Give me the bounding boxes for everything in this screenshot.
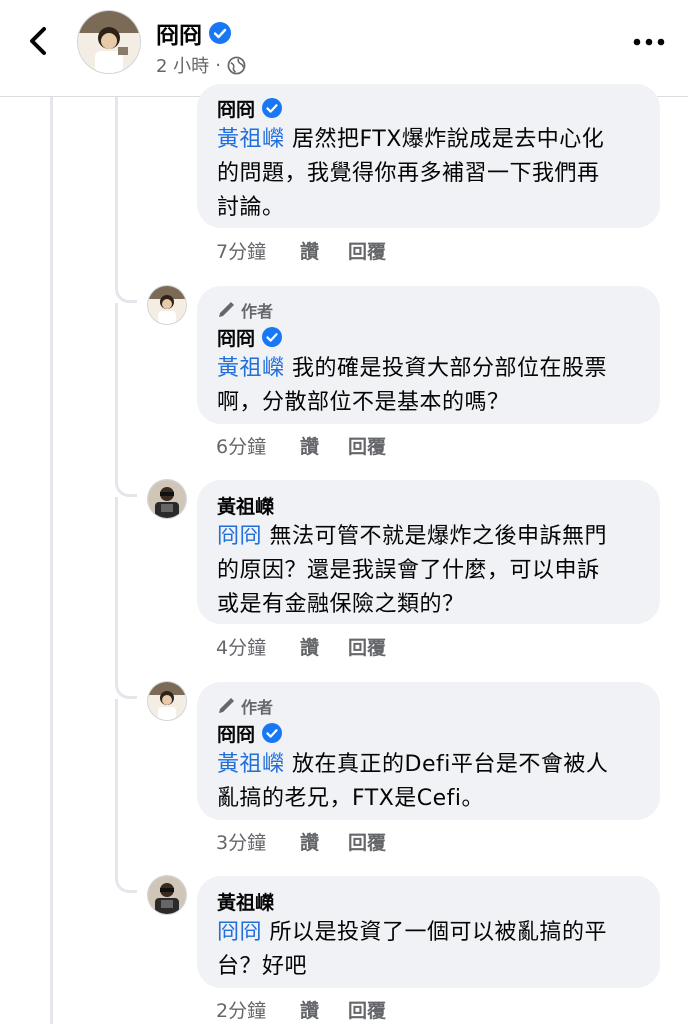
author-badge: 作者 xyxy=(217,298,640,322)
comment-bubble: 冏冏 黃祖嶸 居然把FTX爆炸說成是去中心化 的問題，我覺得你再多補習一下我們再… xyxy=(197,84,660,228)
comment-line: 居然把FTX爆炸說成是去中心化 xyxy=(292,127,605,152)
comment-author-name[interactable]: 黃祖嶸 xyxy=(217,888,274,915)
verified-badge-icon xyxy=(262,327,283,347)
comment-line: 無法可管不就是爆炸之後申訴無門 xyxy=(269,524,608,549)
comment-author[interactable]: 冏冏 xyxy=(217,718,640,748)
reply-line xyxy=(115,699,118,879)
meta-separator: · xyxy=(215,54,221,76)
author-tag-label: 作者 xyxy=(241,698,274,717)
comment-bubble: 黃祖嶸 冏冏 無法可管不就是爆炸之後申訴無門 的原因？還是我誤會了什麼，可以申訴… xyxy=(197,480,660,624)
commenter-avatar[interactable] xyxy=(148,876,186,914)
comment-line: 的問題，我覺得你再多補習一下我們再 xyxy=(217,161,600,186)
comment-author[interactable]: 黃祖嶸 xyxy=(217,886,640,916)
comment-time[interactable]: 4分鐘 xyxy=(216,633,300,660)
mention-link[interactable]: 黃祖嶸 xyxy=(217,356,285,381)
comment-line: 放在真正的Defi平台是不會被人 xyxy=(292,752,609,777)
comment-time[interactable]: 2分鐘 xyxy=(216,996,300,1023)
reply-line xyxy=(115,497,118,685)
comment-text: 冏冏 所以是投資了一個可以被亂搞的平 台？好吧 xyxy=(217,916,640,984)
reply-button[interactable]: 回覆 xyxy=(348,633,386,660)
mention-link[interactable]: 黃祖嶸 xyxy=(217,127,285,152)
thread-line xyxy=(50,97,53,1024)
comment-text: 冏冏 無法可管不就是爆炸之後申訴無門 的原因？還是我誤會了什麼，可以申訴 或是有… xyxy=(217,520,640,622)
like-button[interactable]: 讚 xyxy=(300,828,348,855)
comment-line: 所以是投資了一個可以被亂搞的平 xyxy=(269,920,608,945)
author-name-label[interactable]: 冏冏 xyxy=(156,16,202,50)
mention-link[interactable]: 黃祖嶸 xyxy=(217,752,285,777)
comment-line: 我的確是投資大部分部位在股票 xyxy=(292,356,608,381)
like-button[interactable]: 讚 xyxy=(300,996,348,1023)
post-time[interactable]: 2 小時 xyxy=(156,52,209,78)
comment-text: 黃祖嶸 放在真正的Defi平台是不會被人 亂搞的老兄，FTX是Cefi。 xyxy=(217,748,640,816)
commenter-avatar[interactable] xyxy=(148,480,186,518)
comment-text: 黃祖嶸 我的確是投資大部分部位在股票 啊，分散部位不是基本的嗎？ xyxy=(217,352,640,420)
reply-connector xyxy=(115,483,137,497)
reply-line xyxy=(115,303,118,483)
comment-actions: 7分鐘 讚 回覆 xyxy=(216,237,386,264)
comment-time[interactable]: 7分鐘 xyxy=(216,237,300,264)
comment-time[interactable]: 3分鐘 xyxy=(216,828,300,855)
author-tag-label: 作者 xyxy=(241,302,274,321)
like-button[interactable]: 讚 xyxy=(300,633,348,660)
back-chevron-icon[interactable] xyxy=(22,24,56,58)
comment-line: 台？好吧 xyxy=(217,954,308,979)
comment-actions: 2分鐘 讚 回覆 xyxy=(216,996,386,1023)
author-badge: 作者 xyxy=(217,694,640,718)
author-name[interactable]: 冏冏 xyxy=(156,16,231,50)
verified-badge-icon xyxy=(262,723,283,743)
comment-author-name[interactable]: 冏冏 xyxy=(217,720,255,747)
post-header: 冏冏 2 小時 · xyxy=(0,0,688,97)
reply-connector xyxy=(115,879,137,893)
comment-line: 討論。 xyxy=(217,195,285,220)
comment-author-name[interactable]: 黃祖嶸 xyxy=(217,492,274,519)
verified-badge-icon xyxy=(209,22,231,44)
reply-connector xyxy=(115,289,137,303)
post-meta: 2 小時 · xyxy=(156,52,246,78)
comment-line: 啊，分散部位不是基本的嗎？ xyxy=(217,390,510,415)
reply-button[interactable]: 回覆 xyxy=(348,237,386,264)
commenter-avatar[interactable] xyxy=(148,286,186,324)
comment-author[interactable]: 黃祖嶸 xyxy=(217,490,640,520)
reply-button[interactable]: 回覆 xyxy=(348,996,386,1023)
pen-icon xyxy=(219,698,234,713)
comment-line: 的原因？還是我誤會了什麼，可以申訴 xyxy=(217,558,600,583)
comment-author-name[interactable]: 冏冏 xyxy=(217,95,255,122)
comment-actions: 3分鐘 讚 回覆 xyxy=(216,828,386,855)
comment-line: 亂搞的老兄，FTX是Cefi。 xyxy=(217,786,485,811)
mention-link[interactable]: 冏冏 xyxy=(217,920,262,945)
pen-icon xyxy=(219,302,234,317)
like-button[interactable]: 讚 xyxy=(300,432,348,459)
comment-bubble: 作者 冏冏 黃祖嶸 我的確是投資大部分部位在股票 啊，分散部位不是基本的嗎？ xyxy=(197,286,660,424)
comment-author[interactable]: 冏冏 xyxy=(217,93,640,123)
reply-button[interactable]: 回覆 xyxy=(348,828,386,855)
mention-link[interactable]: 冏冏 xyxy=(217,524,262,549)
comment-bubble: 黃祖嶸 冏冏 所以是投資了一個可以被亂搞的平 台？好吧 xyxy=(197,876,660,988)
more-dots-icon[interactable] xyxy=(632,34,666,50)
comment-line: 或是有金融保險之類的？ xyxy=(217,592,465,617)
globe-icon xyxy=(227,56,246,74)
comment-author[interactable]: 冏冏 xyxy=(217,322,640,352)
like-button[interactable]: 讚 xyxy=(300,237,348,264)
reply-connector xyxy=(115,685,137,699)
comment-time[interactable]: 6分鐘 xyxy=(216,432,300,459)
reply-line xyxy=(115,97,118,289)
author-avatar[interactable] xyxy=(78,11,140,73)
reply-button[interactable]: 回覆 xyxy=(348,432,386,459)
comment-text: 黃祖嶸 居然把FTX爆炸說成是去中心化 的問題，我覺得你再多補習一下我們再 討論… xyxy=(217,123,640,225)
comment-bubble: 作者 冏冏 黃祖嶸 放在真正的Defi平台是不會被人 亂搞的老兄，FTX是Cef… xyxy=(197,682,660,820)
comment-actions: 4分鐘 讚 回覆 xyxy=(216,633,386,660)
comment-author-name[interactable]: 冏冏 xyxy=(217,324,255,351)
commenter-avatar[interactable] xyxy=(148,682,186,720)
comment-actions: 6分鐘 讚 回覆 xyxy=(216,432,386,459)
verified-badge-icon xyxy=(262,98,283,118)
